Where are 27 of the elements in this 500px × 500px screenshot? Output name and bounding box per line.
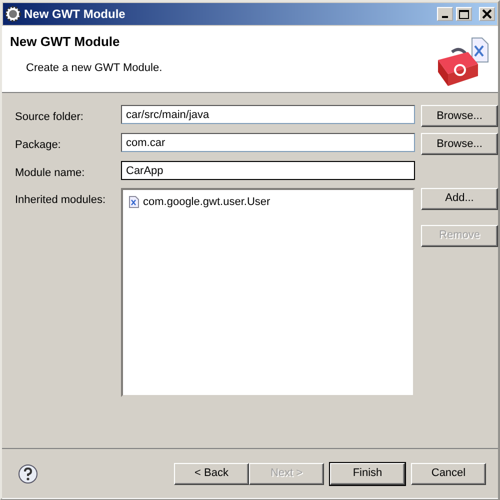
button[interactable]: < Back [174,462,249,484]
window-title: New GWT Module [24,6,126,23]
help-button[interactable] [18,464,38,484]
page-title: New GWT Module [10,33,121,51]
button[interactable]: Browse... [421,105,498,127]
field-label: Inherited modules: [15,192,106,208]
close-button[interactable] [479,7,495,21]
button[interactable]: Add... [421,188,498,210]
module-list[interactable]: com.google.gwt.user.User [121,188,415,396]
maximize-button[interactable] [456,7,472,21]
minimize-button[interactable] [437,7,453,21]
xml-file-icon [129,196,139,208]
input-field[interactable]: com.car [121,133,415,152]
window-icon [5,6,21,22]
button[interactable]: Browse... [421,133,498,155]
page-description: Create a new GWT Module. [26,60,164,76]
field-label: Module name: [15,166,86,181]
input-field[interactable]: CarApp [121,161,415,180]
minimize-icon [442,16,448,18]
button[interactable]: Finish [330,462,405,484]
maximize-icon [458,9,470,19]
input-field[interactable]: car/src/main/java [121,105,415,124]
close-icon [481,9,493,19]
button[interactable]: Cancel [411,462,486,484]
field-label: Package: [15,138,62,153]
field-label: Source folder: [15,110,84,125]
list-item[interactable]: com.google.gwt.user.User [143,194,270,210]
